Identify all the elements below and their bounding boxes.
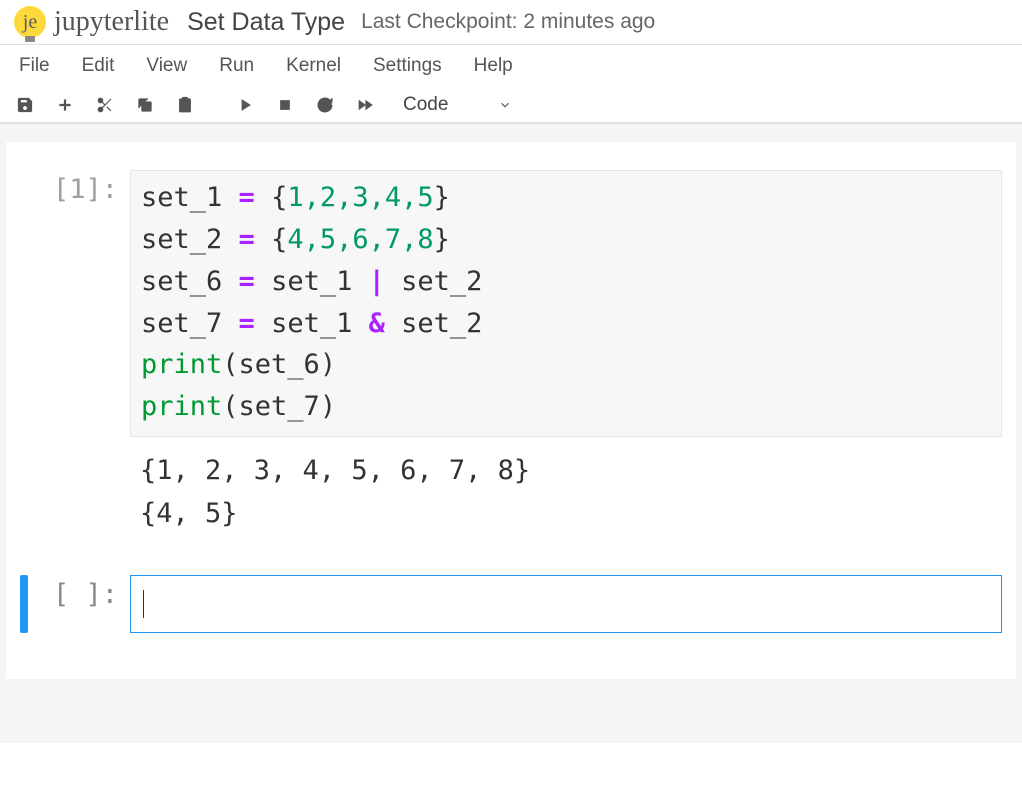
code-editor[interactable]: set_1 = {1,2,3,4,5} set_2 = {4,5,6,7,8} … (130, 170, 1002, 437)
cell-body: set_1 = {1,2,3,4,5} set_2 = {4,5,6,7,8} … (130, 170, 1002, 535)
restart-icon[interactable] (315, 95, 335, 115)
menu-view[interactable]: View (142, 49, 191, 83)
code-cell[interactable]: [1]: set_1 = {1,2,3,4,5} set_2 = {4,5,6,… (20, 170, 1002, 535)
logo-glyph: je (23, 12, 37, 32)
cell-collapse-bar[interactable] (20, 575, 28, 633)
toolbar: Code (0, 88, 1022, 123)
header: je jupyterlite Set Data Type Last Checkp… (0, 0, 1022, 45)
last-checkpoint: Last Checkpoint: 2 minutes ago (361, 10, 655, 34)
cell-body (130, 575, 1002, 633)
notebook: [1]: set_1 = {1,2,3,4,5} set_2 = {4,5,6,… (6, 142, 1016, 679)
copy-icon[interactable] (135, 95, 155, 115)
run-icon[interactable] (235, 95, 255, 115)
menu-edit[interactable]: Edit (78, 49, 119, 83)
logo-text: jupyterlite (54, 6, 169, 38)
document-title[interactable]: Set Data Type (187, 8, 345, 37)
menu-file[interactable]: File (15, 49, 54, 83)
run-all-icon[interactable] (355, 95, 375, 115)
chevron-down-icon (498, 98, 512, 112)
code-editor-active[interactable] (130, 575, 1002, 633)
menu-kernel[interactable]: Kernel (282, 49, 345, 83)
menu-help[interactable]: Help (470, 49, 517, 83)
paste-icon[interactable] (175, 95, 195, 115)
cell-type-label: Code (403, 94, 448, 116)
menubar: File Edit View Run Kernel Settings Help (0, 45, 1022, 88)
stop-icon[interactable] (275, 95, 295, 115)
cell-type-selector[interactable]: Code (395, 94, 512, 116)
menu-run[interactable]: Run (215, 49, 258, 83)
save-icon[interactable] (15, 95, 35, 115)
code-cell-active[interactable]: [ ]: (20, 575, 1002, 633)
jupyterlite-logo: je (14, 6, 46, 38)
menu-settings[interactable]: Settings (369, 49, 446, 83)
text-cursor (143, 590, 144, 618)
add-cell-icon[interactable] (55, 95, 75, 115)
cut-icon[interactable] (95, 95, 115, 115)
cell-collapse-bar[interactable] (20, 170, 28, 535)
cell-output: {1, 2, 3, 4, 5, 6, 7, 8} {4, 5} (130, 437, 1002, 535)
notebook-area: [1]: set_1 = {1,2,3,4,5} set_2 = {4,5,6,… (0, 123, 1022, 743)
cell-prompt: [ ]: (34, 575, 130, 633)
cell-prompt: [1]: (34, 170, 130, 535)
